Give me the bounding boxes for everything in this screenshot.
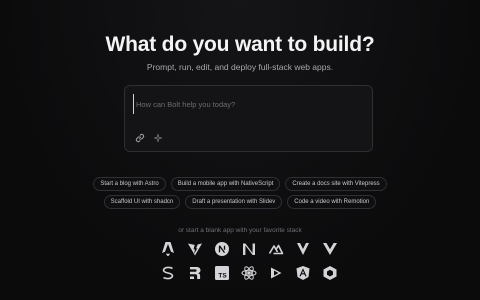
suggestion-chip[interactable]: Start a blog with Astro <box>93 177 166 191</box>
remix-icon[interactable] <box>187 265 203 281</box>
nuxt-icon[interactable] <box>241 241 257 257</box>
angular-icon[interactable] <box>295 265 311 281</box>
framework-icon-row <box>160 241 338 257</box>
suggestion-chip[interactable]: Create a docs site with Vitepress <box>285 177 387 191</box>
prompt-tools <box>135 133 163 143</box>
nuxt-alt-icon[interactable] <box>268 241 284 257</box>
vue-icon[interactable] <box>322 241 338 257</box>
framework-icon-row: TS <box>160 265 338 281</box>
suggestion-chip[interactable]: Draft a presentation with Slidev <box>185 195 283 209</box>
framework-icon-grid: TS <box>160 241 338 289</box>
svg-text:TS: TS <box>218 273 227 280</box>
astro-icon[interactable] <box>160 241 176 257</box>
link-icon[interactable] <box>135 133 145 143</box>
suggestion-chips: Start a blog with Astro Build a mobile a… <box>0 177 480 213</box>
prompt-input[interactable] <box>133 94 368 114</box>
preact-icon[interactable] <box>322 265 338 281</box>
suggestion-row: Scaffold UI with shadcn Draft a presenta… <box>0 195 480 209</box>
qwik-icon[interactable] <box>268 265 284 281</box>
solid-icon[interactable] <box>160 265 176 281</box>
typescript-icon[interactable]: TS <box>214 265 230 281</box>
sparkle-icon[interactable] <box>153 133 163 143</box>
suggestion-chip[interactable]: Code a video with Remotion <box>287 195 377 209</box>
react-icon[interactable] <box>241 265 257 281</box>
page-subtitle: Prompt, run, edit, and deploy full-stack… <box>146 62 334 72</box>
suggestion-chip[interactable]: Build a mobile app with NativeScript <box>170 177 281 191</box>
page-title: What do you want to build? <box>105 33 375 56</box>
vite-icon[interactable] <box>187 241 203 257</box>
starter-label: or start a blank app with your favorite … <box>178 227 302 234</box>
suggestion-chip[interactable]: Scaffold UI with shadcn <box>103 195 181 209</box>
next-icon[interactable] <box>214 241 230 257</box>
suggestion-row: Start a blog with Astro Build a mobile a… <box>0 177 480 191</box>
svelte-icon[interactable] <box>295 241 311 257</box>
prompt-box <box>124 85 373 152</box>
